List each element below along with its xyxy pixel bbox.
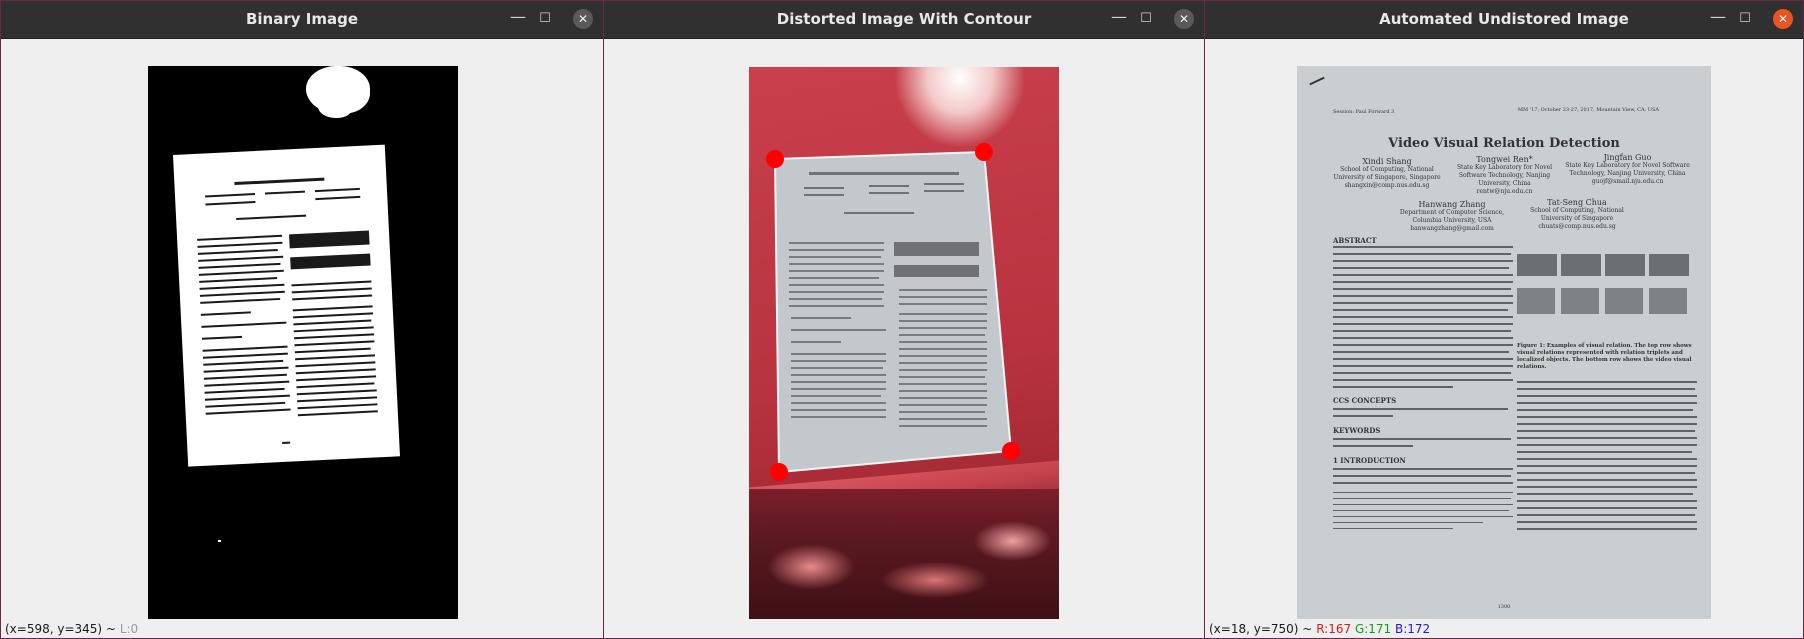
author-name: Xindi Shang <box>1362 157 1412 166</box>
author-affiliation: State Key Laboratory for Novel Software … <box>1565 162 1690 177</box>
image-view[interactable] <box>604 39 1204 638</box>
maximize-button[interactable]: ☐ <box>1735 9 1755 29</box>
page-number: 1300 <box>1497 604 1511 610</box>
figure-caption: Figure 1: Examples of visual relation. T… <box>1517 343 1692 370</box>
status-bar: (x=598, y=345) ~ L:0 <box>5 622 138 636</box>
pixel-red-value: R:167 <box>1316 622 1352 636</box>
author-affiliation: School of Computing, National University… <box>1333 166 1441 181</box>
undistorted-image-window[interactable]: Automated Undistored Image — ☐ ✕ Session… <box>1204 0 1804 639</box>
close-button[interactable]: ✕ <box>573 9 593 29</box>
maximize-button[interactable]: ☐ <box>535 9 555 29</box>
title-bar[interactable]: Binary Image — ☐ ✕ <box>1 1 603 39</box>
author-email: shangxin@comp.nus.edu.sg <box>1344 182 1430 189</box>
close-button[interactable]: ✕ <box>1174 9 1194 29</box>
section-heading: ABSTRACT <box>1333 236 1377 245</box>
author-affiliation: School of Computing, National University… <box>1530 207 1624 222</box>
corner-point <box>1002 442 1020 460</box>
pixel-blue-value: B:172 <box>1395 622 1431 636</box>
minimize-button[interactable]: — <box>1708 9 1728 29</box>
paper-title: Video Visual Relation Detection <box>1388 136 1620 151</box>
author-email: guojf@smail.nju.edu.cn <box>1591 178 1664 185</box>
author-affiliation: Department of Computer Science, Columbia… <box>1399 209 1505 224</box>
author-email: rentw@nju.edu.cn <box>1476 188 1533 195</box>
minimize-button[interactable]: — <box>508 9 528 29</box>
binary-image-window[interactable]: Binary Image — ☐ ✕ (x=598, y=345) ~ L:0 <box>0 0 604 639</box>
binary-image <box>148 66 458 619</box>
pixel-level: L:0 <box>119 622 139 636</box>
author-email: hanwangzhang@gmail.com <box>1410 225 1494 232</box>
intro-body <box>1333 468 1513 588</box>
figure-images <box>1517 254 1697 339</box>
glare-blob <box>318 96 352 118</box>
section-heading: 1 INTRODUCTION <box>1333 456 1406 465</box>
corner-point <box>766 150 784 168</box>
author-affiliation: State Key Laboratory for Novel Software … <box>1456 164 1553 187</box>
title-bar[interactable]: Automated Undistored Image — ☐ ✕ <box>1205 1 1803 39</box>
status-bar: (x=18, y=750) ~ R:167 G:171 B:172 <box>1209 622 1430 636</box>
right-column-body <box>1517 381 1697 561</box>
title-bar[interactable]: Distorted Image With Contour — ☐ ✕ <box>604 1 1204 39</box>
corner-point <box>770 463 788 481</box>
author-name: Tongwei Ren* <box>1476 155 1533 164</box>
distorted-photo <box>749 67 1059 619</box>
minimize-button[interactable]: — <box>1109 9 1129 29</box>
contour-image-window[interactable]: Distorted Image With Contour — ☐ ✕ <box>603 0 1205 639</box>
page-header-left: Session: Paul Forward 3 <box>1333 109 1395 115</box>
author-name: Tat-Seng Chua <box>1547 198 1607 207</box>
pixel-green-value: G:171 <box>1354 622 1392 636</box>
undistorted-document: Session: Paul Forward 3 MM '17, October … <box>1297 66 1711 619</box>
close-button[interactable]: ✕ <box>1773 9 1793 29</box>
image-view[interactable]: Session: Paul Forward 3 MM '17, October … <box>1205 39 1803 638</box>
contour-overlay <box>766 143 1020 481</box>
cursor-coordinates: (x=18, y=750) ~ <box>1209 622 1313 636</box>
image-view[interactable]: (x=598, y=345) ~ L:0 <box>1 39 603 638</box>
author-name: Jingfan Guo <box>1603 153 1652 162</box>
cursor-coordinates: (x=598, y=345) ~ <box>5 622 116 636</box>
section-heading: CCS CONCEPTS <box>1333 396 1397 405</box>
corner-point <box>975 143 993 161</box>
page-header-right: MM '17, October 23-27, 2017, Mountain Vi… <box>1517 107 1659 113</box>
maximize-button[interactable]: ☐ <box>1136 9 1156 29</box>
author-name: Hanwang Zhang <box>1418 200 1486 209</box>
author-email: chuats@comp.nus.edu.sg <box>1538 223 1616 230</box>
abstract-body <box>1333 246 1513 416</box>
section-heading: KEYWORDS <box>1333 426 1381 435</box>
document-page <box>173 144 400 467</box>
